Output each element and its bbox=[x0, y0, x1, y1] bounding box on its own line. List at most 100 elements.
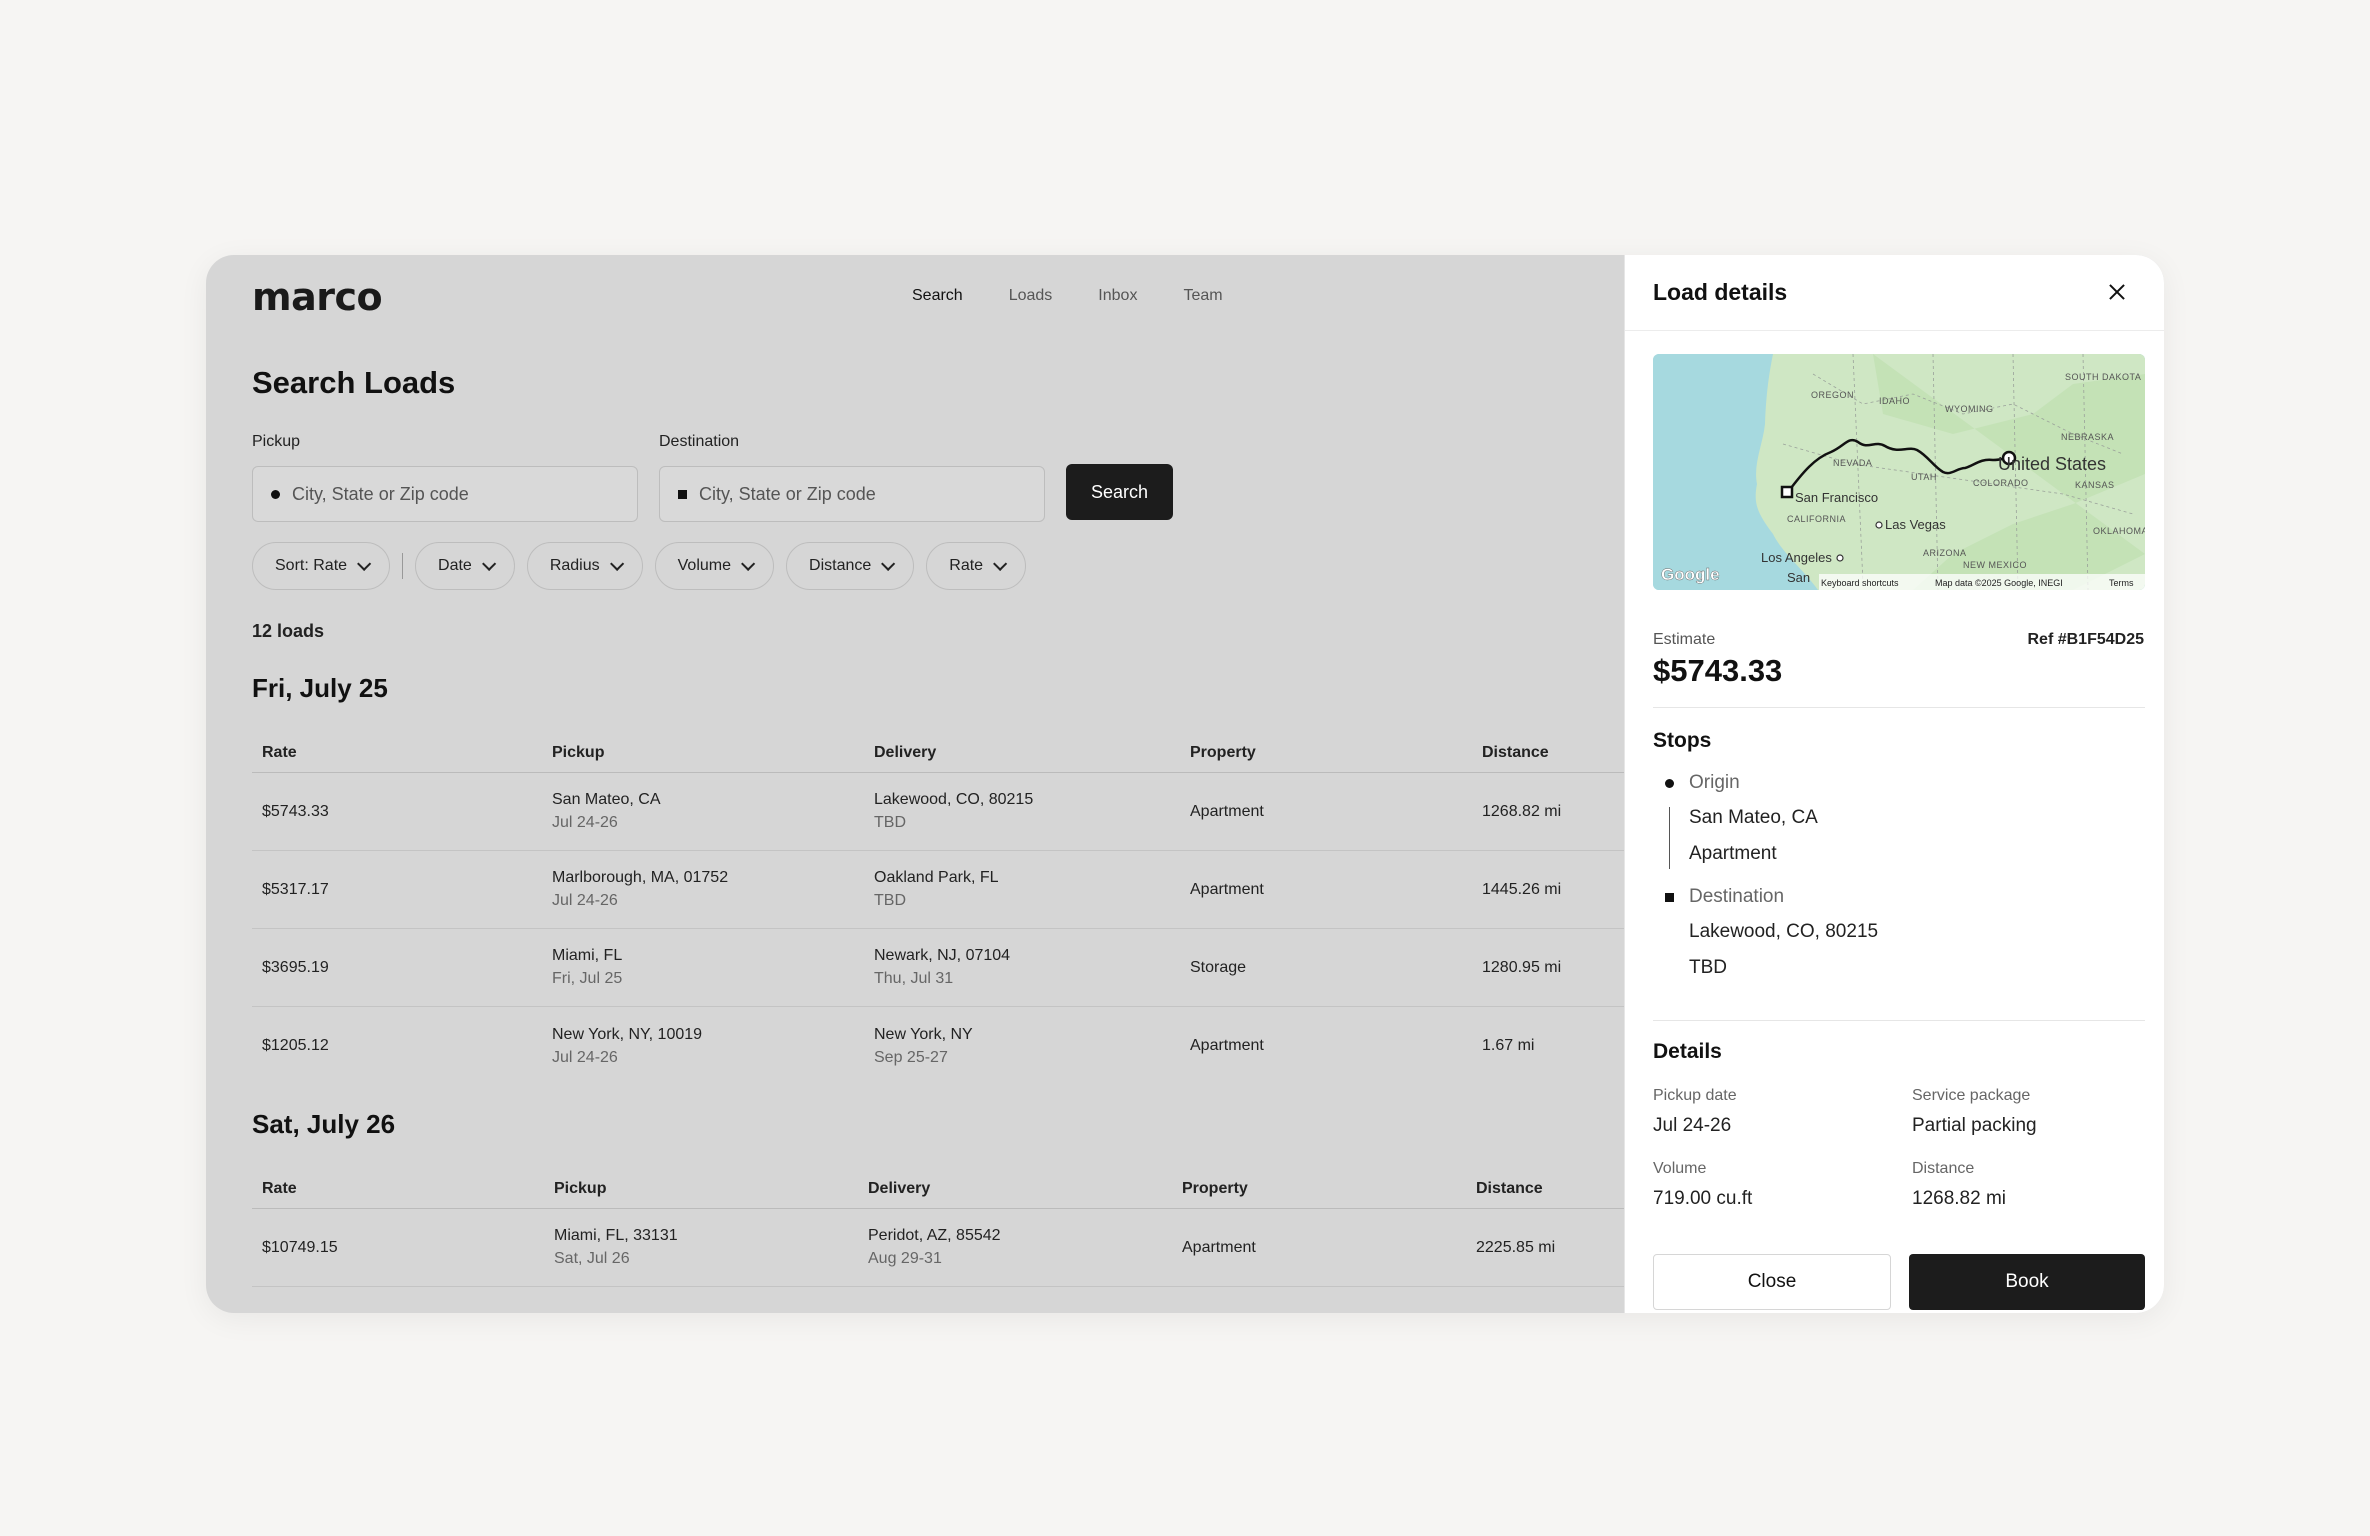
filter-rate[interactable]: Rate bbox=[926, 542, 1027, 590]
nav-search[interactable]: Search bbox=[912, 287, 963, 305]
close-icon[interactable] bbox=[2104, 279, 2130, 305]
sort-dropdown[interactable]: Sort: Rate bbox=[252, 542, 391, 590]
panel-header: Load details bbox=[1625, 255, 2164, 331]
pickup-field[interactable] bbox=[252, 466, 638, 522]
destination-square-icon bbox=[1665, 893, 1674, 902]
map-label: CALIFORNIA bbox=[1787, 514, 1846, 524]
map-label: NEBRASKA bbox=[2061, 432, 2114, 442]
main-area: marco Search Loads Inbox Team Search Loa… bbox=[206, 255, 1624, 1313]
filter-date[interactable]: Date bbox=[415, 542, 515, 590]
destination-label: Destination bbox=[1689, 886, 1785, 907]
map-label: UTAH bbox=[1911, 472, 1937, 482]
pickup-date: Sat, Jul 26 bbox=[554, 1250, 630, 1267]
map-svg: OREGON IDAHO WYOMING SOUTH DAKOTA NEBRAS… bbox=[1653, 354, 2145, 590]
table-row[interactable]: $1205.12 New York, NY, 10019 Jul 24-26 Ne… bbox=[252, 1007, 1624, 1085]
results-count: 12 loads bbox=[252, 621, 325, 641]
divider bbox=[1653, 707, 2145, 708]
day-heading: Fri, July 25 bbox=[252, 673, 388, 703]
delivery-date: Thu, Jul 31 bbox=[874, 970, 954, 987]
distance-label: Distance bbox=[1912, 1160, 1975, 1177]
reference-id: Ref #B1F54D25 bbox=[2027, 631, 2145, 648]
nav-inbox[interactable]: Inbox bbox=[1098, 287, 1137, 305]
map-label: IDAHO bbox=[1879, 396, 1910, 406]
pickup-location: Marlborough, MA, 01752 bbox=[552, 869, 729, 886]
main-nav: Search Loads Inbox Team bbox=[912, 287, 1223, 305]
logo: marco bbox=[252, 275, 383, 319]
filter-volume[interactable]: Volume bbox=[654, 542, 775, 590]
route-map[interactable]: OREGON IDAHO WYOMING SOUTH DAKOTA NEBRAS… bbox=[1653, 354, 2145, 590]
close-button[interactable]: Close bbox=[1653, 1254, 1891, 1310]
map-label: NEVADA bbox=[1833, 458, 1872, 468]
delivery-date: TBD bbox=[874, 892, 906, 909]
sort-label: Sort: Rate bbox=[275, 557, 348, 574]
map-terms-link[interactable]: Terms bbox=[2109, 578, 2134, 588]
map-shortcuts-link[interactable]: Keyboard shortcuts bbox=[1821, 578, 1899, 588]
panel-title: Load details bbox=[1653, 279, 1788, 305]
chevron-down-icon bbox=[481, 556, 497, 571]
origin-city: San Mateo, CA bbox=[1689, 807, 1818, 828]
row-rate: $5317.17 bbox=[262, 880, 329, 898]
destination-label: Destination bbox=[659, 433, 740, 450]
table-row[interactable]: $5317.17 Marlborough, MA, 01752 Jul 24-26… bbox=[252, 851, 1624, 929]
row-pickup: San Mateo, CA Jul 24-26 bbox=[542, 791, 864, 832]
details-title: Details bbox=[1653, 1040, 1722, 1063]
pickup-date: Jul 24-26 bbox=[552, 1048, 618, 1066]
city-dot-icon bbox=[1836, 554, 1844, 562]
filter-bar: Sort: Rate Date Radius Volume Distance R… bbox=[252, 542, 1027, 590]
map-city: Las Vegas bbox=[1885, 517, 1946, 532]
pickup-input[interactable] bbox=[292, 483, 612, 505]
nav-loads[interactable]: Loads bbox=[1009, 287, 1053, 305]
table-row[interactable]: $5743.33 San Mateo, CA Jul 24-26 Lakewood… bbox=[252, 773, 1624, 851]
map-label: NEW MEXICO bbox=[1963, 560, 2027, 570]
destination-field[interactable] bbox=[659, 466, 1045, 522]
row-property: Apartment bbox=[1190, 802, 1264, 820]
origin-property: Apartment bbox=[1689, 843, 1777, 864]
row-rate: $3695.19 bbox=[262, 958, 329, 976]
stop-connector bbox=[1669, 807, 1670, 869]
filter-label: Distance bbox=[809, 557, 872, 574]
map-label: ARIZONA bbox=[1923, 548, 1967, 558]
destination-city: Lakewood, CO, 80215 bbox=[1689, 921, 1879, 942]
row-rate: $1205.12 bbox=[262, 1037, 329, 1054]
col-rate: Rate bbox=[262, 1179, 297, 1197]
pickup-location: New York, NY, 10019 bbox=[552, 1025, 703, 1043]
filter-divider bbox=[402, 553, 404, 579]
nav-team[interactable]: Team bbox=[1183, 287, 1222, 305]
delivery-location: Peridot, AZ, 85542 bbox=[868, 1227, 1001, 1244]
top-bar: marco Search Loads Inbox Team bbox=[252, 275, 1612, 335]
table-row[interactable]: $3695.19 Miami, FL Fri, Jul 25 Newark, NJ… bbox=[252, 929, 1624, 1007]
origin-marker-icon bbox=[1780, 485, 1794, 499]
chevron-down-icon bbox=[993, 556, 1008, 571]
search-button[interactable]: Search bbox=[1066, 464, 1173, 520]
delivery-date: TBD bbox=[874, 814, 906, 831]
divider bbox=[1653, 1020, 2145, 1021]
chevron-down-icon bbox=[357, 556, 372, 571]
row-distance: 1445.26 mi bbox=[1482, 880, 1562, 898]
col-property: Property bbox=[1190, 743, 1256, 761]
filter-radius[interactable]: Radius bbox=[526, 542, 643, 590]
pickup-location: San Mateo, CA bbox=[552, 791, 661, 808]
loads-table: Rate Pickup Delivery Property Distance $… bbox=[252, 733, 1624, 1085]
distance-value: 1268.82 mi bbox=[1912, 1188, 2007, 1209]
map-city: San bbox=[1787, 570, 1810, 585]
row-pickup: Miami, FL Fri, Jul 25 bbox=[542, 947, 864, 988]
table-row[interactable]: $10749.15 Miami, FL, 33131 Sat, Jul 26 Pe… bbox=[252, 1209, 1624, 1287]
filter-label: Rate bbox=[949, 557, 984, 574]
app-window: marco Search Loads Inbox Team Search Loa… bbox=[206, 255, 2164, 1313]
estimate-label: Estimate bbox=[1653, 631, 1716, 648]
estimate-value: $5743.33 bbox=[1653, 653, 1783, 688]
map-country-label: United States bbox=[1998, 454, 2106, 474]
filter-label: Volume bbox=[677, 557, 732, 574]
col-delivery: Delivery bbox=[868, 1179, 931, 1197]
destination-input[interactable] bbox=[699, 483, 1019, 505]
filter-distance[interactable]: Distance bbox=[786, 542, 915, 590]
map-label: KANSAS bbox=[2075, 480, 2115, 490]
col-pickup: Pickup bbox=[554, 1179, 607, 1197]
pickup-date: Jul 24-26 bbox=[552, 814, 618, 831]
book-button[interactable]: Book bbox=[1909, 1254, 2145, 1310]
table-header: Rate Pickup Delivery Property Distance bbox=[252, 1169, 1624, 1209]
row-delivery: Peridot, AZ, 85542 Aug 29-31 bbox=[858, 1227, 1172, 1268]
row-delivery: Oakland Park, FL TBD bbox=[864, 869, 1180, 910]
col-rate: Rate bbox=[262, 743, 297, 761]
volume-label: Volume bbox=[1653, 1160, 1707, 1177]
